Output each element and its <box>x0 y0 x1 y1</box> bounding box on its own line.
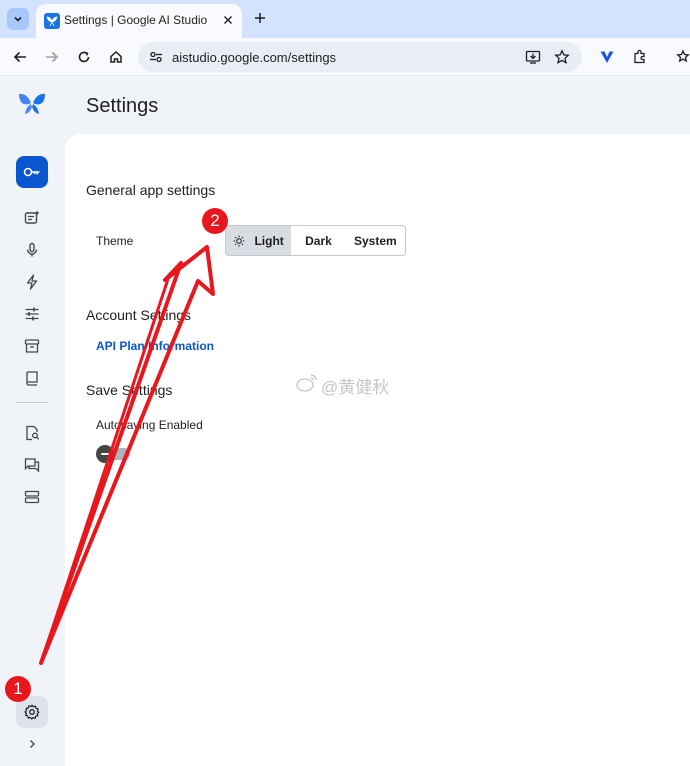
app-area: Settings General app settings Theme Ligh… <box>0 76 690 766</box>
get-api-key-button[interactable] <box>16 156 48 188</box>
browser-toolbar: aistudio.google.com/settings <box>0 38 690 76</box>
tab-title: Settings | Google AI Studio <box>64 13 208 27</box>
tab-strip: Settings | Google AI Studio <box>0 0 690 38</box>
chevron-down-icon <box>14 16 22 22</box>
storage-icon[interactable] <box>21 486 43 508</box>
microphone-icon[interactable] <box>21 239 43 261</box>
ai-studio-logo-icon[interactable] <box>18 92 46 116</box>
address-bar[interactable]: aistudio.google.com/settings <box>138 42 582 72</box>
theme-light-button[interactable]: Light <box>226 226 292 255</box>
theme-toggle-group: Light Dark System <box>225 225 406 256</box>
autosave-label: Autosaving Enabled <box>96 418 203 432</box>
install-app-icon[interactable] <box>524 48 542 66</box>
theme-system-label: System <box>353 233 397 248</box>
ai-studio-favicon-icon <box>44 13 60 29</box>
page-title: Settings <box>86 95 159 117</box>
tab-close-icon[interactable] <box>220 12 236 28</box>
forward-arrow-icon[interactable] <box>42 47 62 67</box>
browser-tab[interactable]: Settings | Google AI Studio <box>36 4 242 38</box>
bookmarks-star-icon[interactable] <box>674 47 690 67</box>
doc-search-icon[interactable] <box>21 422 43 444</box>
tune-icon[interactable] <box>21 303 43 325</box>
gear-icon <box>24 704 40 720</box>
home-icon[interactable] <box>106 47 126 67</box>
tab-search-button[interactable] <box>7 8 29 30</box>
theme-system-button[interactable]: System <box>346 226 405 255</box>
save-settings-heading: Save Settings <box>86 382 173 398</box>
bolt-icon[interactable] <box>21 271 43 293</box>
chevron-right-icon[interactable] <box>24 736 40 752</box>
sun-icon <box>233 235 245 246</box>
theme-label: Theme <box>96 234 134 248</box>
watermark-text: @黄健秋 <box>321 378 390 397</box>
settings-panel: General app settings Theme Light Dark Sy… <box>65 134 690 766</box>
theme-light-label: Light <box>254 233 284 248</box>
extension-v-icon[interactable] <box>597 47 617 67</box>
annotation-badge-1: 1 <box>5 676 31 702</box>
theme-dark-button[interactable]: Dark <box>291 226 345 255</box>
bookmark-star-icon[interactable] <box>553 48 571 66</box>
annotation-badge-2: 2 <box>202 208 228 234</box>
weibo-watermark-icon <box>296 374 317 392</box>
archive-icon[interactable] <box>21 335 43 357</box>
url-text: aistudio.google.com/settings <box>172 50 337 65</box>
theme-dark-label: Dark <box>305 233 332 248</box>
new-tab-plus-icon[interactable] <box>250 8 270 28</box>
extensions-puzzle-icon[interactable] <box>630 47 650 67</box>
new-prompt-icon[interactable] <box>21 207 43 229</box>
book-icon[interactable] <box>21 367 43 389</box>
site-info-icon[interactable] <box>148 49 164 65</box>
reload-icon[interactable] <box>74 47 94 67</box>
forum-icon[interactable] <box>21 454 43 476</box>
general-settings-heading: General app settings <box>86 182 216 198</box>
api-plan-link[interactable]: API Plan Information <box>96 339 214 353</box>
rail-divider <box>16 402 48 403</box>
autosave-toggle[interactable] <box>96 445 130 463</box>
key-icon <box>23 167 40 177</box>
back-arrow-icon[interactable] <box>10 47 30 67</box>
account-settings-heading: Account Settings <box>86 307 192 323</box>
toggle-off-icon <box>96 445 114 463</box>
